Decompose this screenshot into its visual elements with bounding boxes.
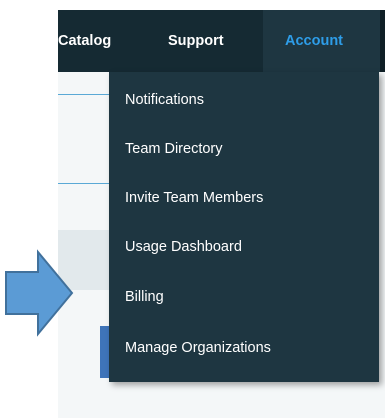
page-divider [58,94,110,95]
menu-item-manage-organizations[interactable]: Manage Organizations [125,334,271,362]
menu-item-team-directory[interactable]: Team Directory [125,135,223,163]
menu-item-invite-team-members[interactable]: Invite Team Members [125,184,263,212]
screenshot-stage: Catalog Support Account Notifications Te… [0,0,385,418]
nav-item-support[interactable]: Support [168,10,224,72]
page-divider [58,183,110,184]
nav-item-account[interactable]: Account [263,10,380,72]
account-dropdown-menu: Notifications Team Directory Invite Team… [109,72,379,382]
top-navigation-bar: Catalog Support Account [58,10,385,72]
nav-item-catalog[interactable]: Catalog [58,10,111,72]
menu-item-billing[interactable]: Billing [125,283,164,311]
nav-edge [380,10,385,72]
menu-item-usage-dashboard[interactable]: Usage Dashboard [125,233,242,261]
menu-item-notifications[interactable]: Notifications [125,86,204,114]
right-arrow-icon [5,249,74,337]
